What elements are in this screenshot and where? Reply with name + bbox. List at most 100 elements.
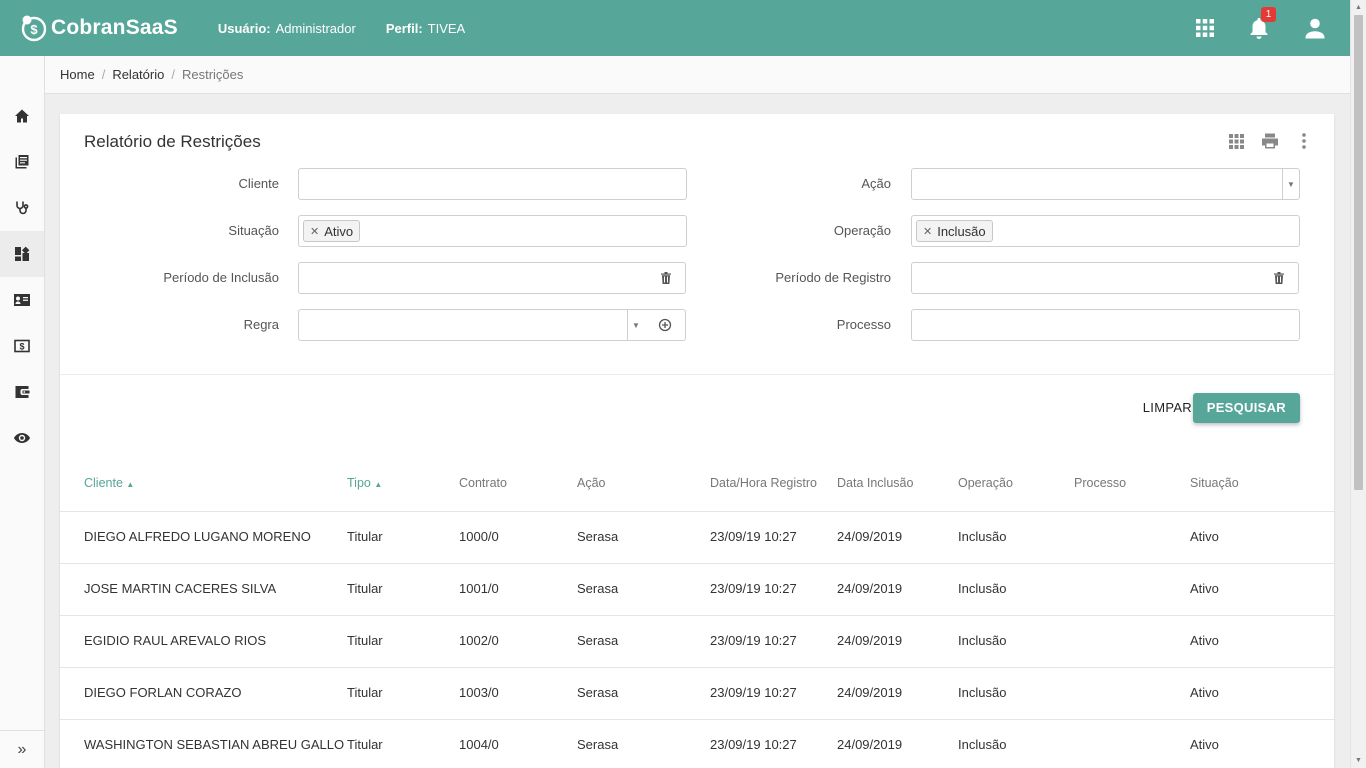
profile-name: TIVEA (427, 20, 466, 36)
cell-tipo: Titular (347, 633, 383, 648)
column-header-cliente[interactable]: Cliente ▲ (84, 468, 134, 498)
profile-info-item: Perfil: TIVEA (385, 20, 466, 36)
cell-tipo: Titular (347, 737, 383, 752)
apps-button[interactable] (1178, 0, 1232, 56)
sidebar-item-library[interactable] (0, 139, 44, 185)
column-header-tipo[interactable]: Tipo ▲ (347, 468, 382, 498)
cell-tipo: Titular (347, 581, 383, 596)
cell-acao: Serasa (577, 685, 619, 700)
app-logo[interactable]: $ CobranSaaS (19, 14, 178, 42)
clear-periodo-inclusao-button[interactable] (646, 262, 686, 294)
wallet-icon (15, 386, 30, 398)
account-button[interactable] (1286, 0, 1344, 56)
apps-grid-icon (1196, 19, 1214, 37)
remove-chip-icon[interactable]: ✕ (923, 225, 932, 238)
section-divider (60, 374, 1334, 375)
column-header-contrato[interactable]: Contrato (459, 468, 507, 498)
sidebar-expand-button[interactable]: » (0, 730, 44, 768)
cell-cliente: EGIDIO RAUL AREVALO RIOS (84, 633, 267, 648)
sidebar-item-dashboard[interactable] (0, 231, 44, 277)
breadcrumb-relatorio[interactable]: Relatório (112, 67, 164, 82)
more-vertical-icon (1302, 133, 1306, 149)
target-add-icon (658, 318, 671, 332)
cell-data-hora-registro: 23/09/19 10:27 (710, 581, 797, 596)
cell-operacao: Inclusão (958, 685, 1007, 700)
processo-input[interactable] (911, 309, 1300, 341)
notifications-button[interactable]: 1 (1232, 0, 1286, 56)
home-icon (15, 109, 29, 123)
column-header-situacao[interactable]: Situação (1190, 468, 1239, 498)
cell-data-hora-registro: 23/09/19 10:27 (710, 737, 797, 752)
clear-periodo-registro-button[interactable] (1259, 262, 1299, 294)
column-header-operacao[interactable]: Operação (958, 468, 1013, 498)
cell-acao: Serasa (577, 529, 619, 544)
user-info-item: Usuário: Administrador (217, 20, 356, 36)
sidebar-item-wallet[interactable] (0, 369, 44, 415)
table-row[interactable]: WASHINGTON SEBASTIAN ABREU GALLO Titular… (60, 720, 1334, 768)
regra-select[interactable]: ▼ (298, 309, 645, 341)
print-button[interactable] (1260, 131, 1280, 151)
column-header-processo[interactable]: Processo (1074, 468, 1126, 498)
cell-contrato: 1004/0 (459, 737, 499, 752)
remove-chip-icon[interactable]: ✕ (310, 225, 319, 238)
column-header-data-hora-registro[interactable]: Data/Hora Registro (710, 468, 817, 498)
table-row[interactable]: DIEGO FORLAN CORAZO Titular 1003/0 Seras… (60, 668, 1334, 720)
table-row[interactable]: EGIDIO RAUL AREVALO RIOS Titular 1002/0 … (60, 616, 1334, 668)
operacao-chip: ✕ Inclusão (916, 220, 993, 242)
trash-icon (1273, 272, 1284, 284)
sort-asc-icon: ▲ (126, 480, 135, 489)
periodo-inclusao-input[interactable] (298, 262, 647, 294)
cliente-input[interactable] (298, 168, 687, 200)
operacao-multiselect[interactable]: ✕ Inclusão (911, 215, 1300, 247)
table-row[interactable]: JOSE MARTIN CACERES SILVA Titular 1001/0… (60, 564, 1334, 616)
scroll-thumb[interactable] (1354, 15, 1363, 490)
logo-icon: $ (21, 15, 47, 42)
column-header-data-inclusao[interactable]: Data Inclusão (837, 468, 913, 498)
cell-data-hora-registro: 23/09/19 10:27 (710, 529, 797, 544)
periodo-registro-label: Período de Registro (775, 270, 891, 285)
table-header: Cliente ▲ Tipo ▲ Contrato Ação Data/Hora… (60, 468, 1334, 512)
clear-button[interactable]: LIMPAR (1133, 393, 1202, 423)
svg-text:$: $ (19, 342, 24, 352)
page-scrollbar[interactable]: ▲ ▼ (1350, 0, 1366, 768)
cell-acao: Serasa (577, 633, 619, 648)
sidebar-item-home[interactable] (0, 93, 44, 139)
sidebar-item-money[interactable]: $ (0, 323, 44, 369)
table-row[interactable]: DIEGO ALFREDO LUGANO MORENO Titular 1000… (60, 512, 1334, 564)
user-info: Usuário: Administrador Perfil: TIVEA (218, 21, 465, 36)
eye-icon (14, 433, 30, 443)
periodo-registro-input[interactable] (911, 262, 1260, 294)
scroll-up-arrow-icon[interactable]: ▲ (1351, 0, 1366, 15)
sidebar-item-contacts[interactable] (0, 277, 44, 323)
breadcrumb-separator: / (101, 67, 106, 82)
cell-acao: Serasa (577, 581, 619, 596)
cell-data-inclusao: 24/09/2019 (837, 529, 903, 544)
more-options-button[interactable] (1294, 131, 1314, 151)
columns-button[interactable] (1226, 131, 1246, 151)
acao-select[interactable]: ▼ (911, 168, 1300, 200)
contact-card-icon (14, 294, 30, 306)
svg-text:$: $ (30, 22, 38, 37)
breadcrumb-home[interactable]: Home (60, 67, 95, 82)
cell-cliente: DIEGO FORLAN CORAZO (84, 685, 242, 700)
search-button[interactable]: PESQUISAR (1192, 393, 1300, 423)
report-card: Relatório de Restrições Cliente Ação ▼ S… (60, 114, 1334, 768)
regra-label: Regra (243, 317, 279, 332)
situacao-multiselect[interactable]: ✕ Ativo (298, 215, 687, 247)
cell-data-hora-registro: 23/09/19 10:27 (710, 633, 797, 648)
acao-label: Ação (861, 176, 891, 191)
cell-contrato: 1003/0 (459, 685, 499, 700)
print-icon (1262, 133, 1278, 149)
regra-action-button[interactable] (644, 309, 686, 341)
situacao-chip: ✕ Ativo (303, 220, 361, 242)
column-header-acao[interactable]: Ação (577, 468, 606, 498)
cell-situacao: Ativo (1190, 685, 1219, 700)
sidebar-item-eye[interactable] (0, 415, 44, 461)
sidebar-item-stethoscope[interactable] (0, 185, 44, 231)
situacao-label: Situação (228, 223, 279, 238)
scroll-down-arrow-icon[interactable]: ▼ (1351, 753, 1366, 768)
cell-cliente: WASHINGTON SEBASTIAN ABREU GALLO (84, 737, 345, 752)
cell-acao: Serasa (577, 737, 619, 752)
grid-icon (1228, 133, 1244, 149)
cell-situacao: Ativo (1190, 529, 1219, 544)
